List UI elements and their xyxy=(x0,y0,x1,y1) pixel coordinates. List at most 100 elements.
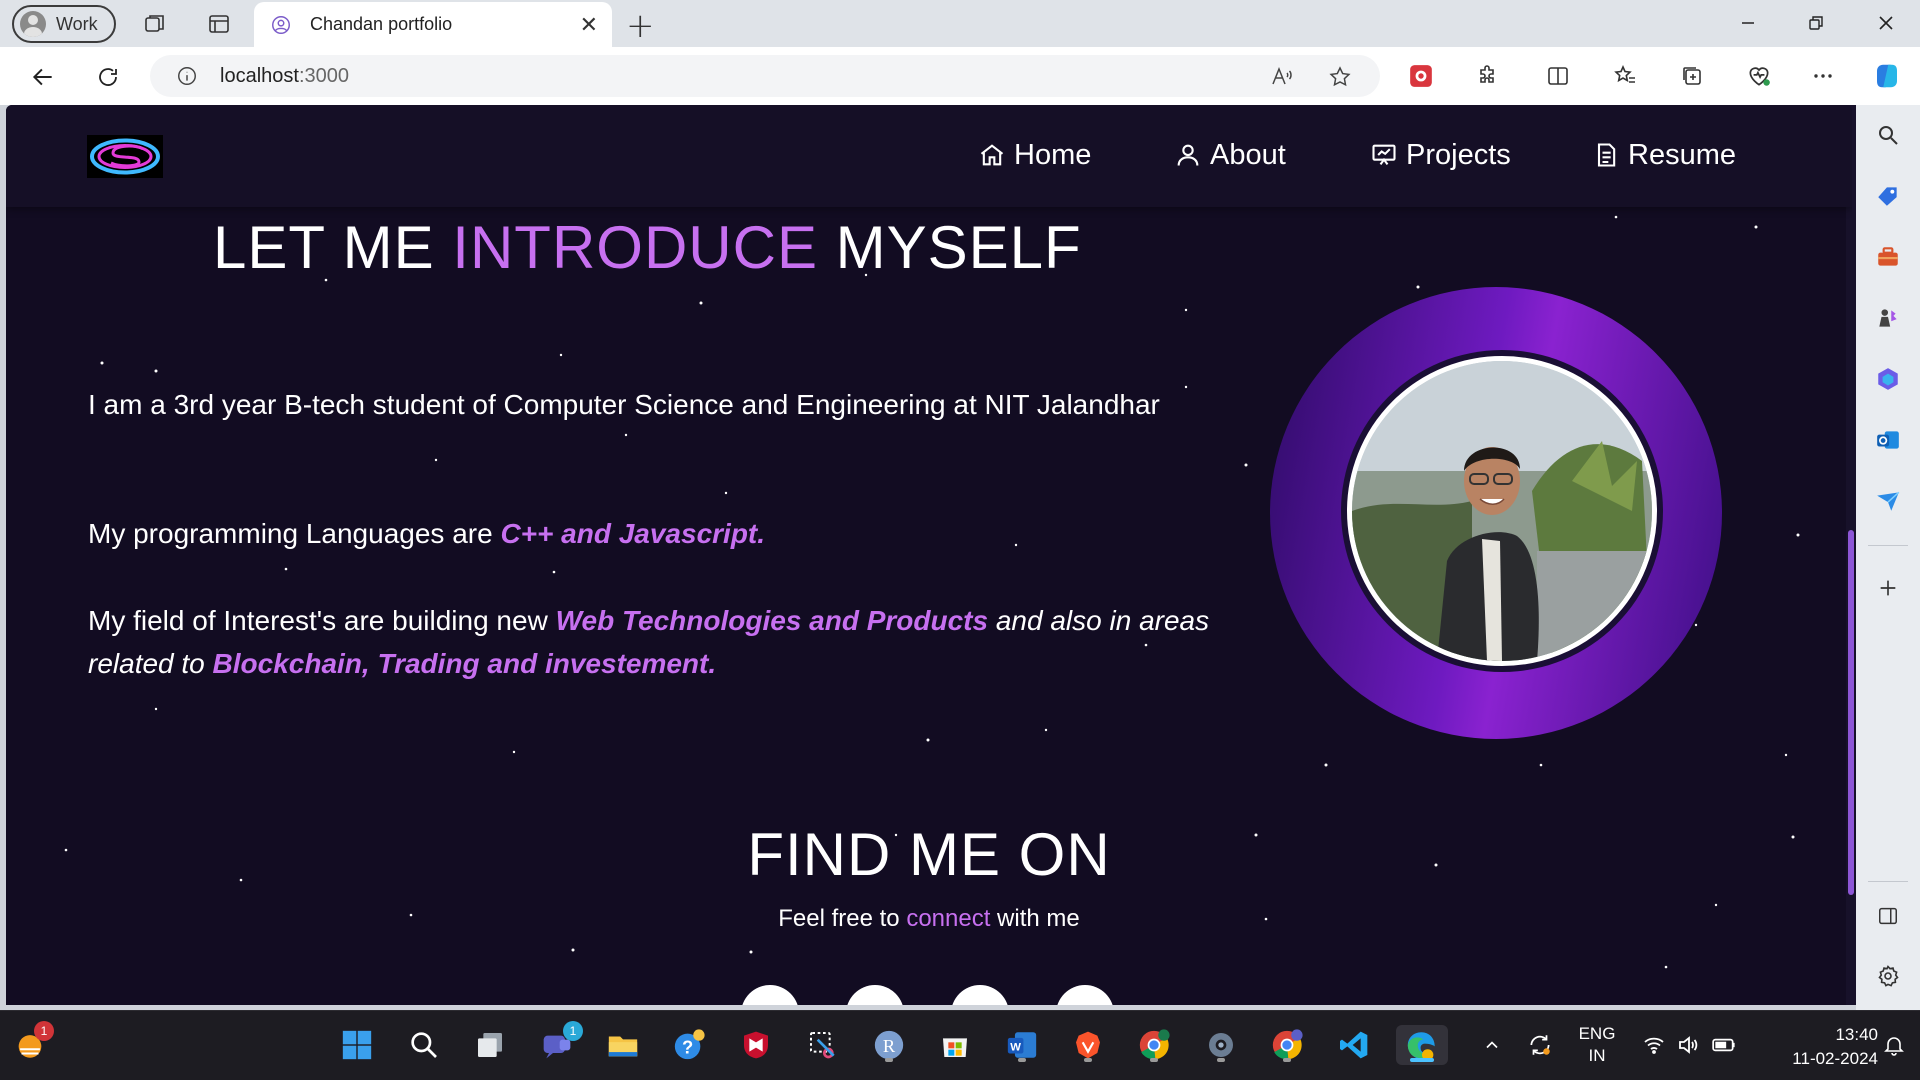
start-button[interactable] xyxy=(337,1025,377,1065)
search-taskbar-icon[interactable] xyxy=(404,1025,444,1065)
nav-home[interactable]: Home xyxy=(978,135,1091,175)
nav-about-label: About xyxy=(1210,138,1286,171)
nav-projects-label: Projects xyxy=(1406,138,1511,171)
intro-paragraph-3: My field of Interest's are building new … xyxy=(88,605,1210,679)
intro-paragraph-2: My programming Languages are C++ and Jav… xyxy=(88,518,766,549)
snipping-tool-icon[interactable] xyxy=(803,1025,843,1065)
svg-text:R: R xyxy=(883,1036,896,1056)
nav-resume[interactable]: Resume xyxy=(1592,135,1736,175)
new-tab-button[interactable]: + xyxy=(626,6,655,46)
teams-badge: 1 xyxy=(563,1021,583,1041)
windows-taskbar: 1 1 ? R W ENG IN 13:40 11-02-2024 xyxy=(0,1010,1920,1080)
running-indicator xyxy=(1084,1058,1092,1062)
vscode-icon[interactable] xyxy=(1334,1025,1374,1065)
outlook-icon[interactable] xyxy=(1872,424,1904,456)
page-scrollbar-thumb[interactable] xyxy=(1848,530,1854,895)
settings-taskbar-icon[interactable] xyxy=(1201,1025,1241,1065)
more-menu-icon[interactable] xyxy=(1806,59,1840,93)
running-indicator xyxy=(885,1058,893,1062)
weather-widget-icon[interactable]: 1 xyxy=(10,1021,54,1065)
volume-icon[interactable] xyxy=(1668,1025,1708,1065)
nav-projects[interactable]: Projects xyxy=(1370,135,1511,175)
browser-essentials-icon[interactable] xyxy=(1742,59,1776,93)
browser-tab-bar: Work Chandan portfolio ✕ + xyxy=(0,0,1920,47)
r-app-icon[interactable]: R xyxy=(869,1025,909,1065)
split-screen-icon[interactable] xyxy=(1541,59,1575,93)
active-tab[interactable]: Chandan portfolio ✕ xyxy=(254,2,612,47)
copilot-icon[interactable] xyxy=(1870,59,1904,93)
tools-briefcase-icon[interactable] xyxy=(1872,241,1904,273)
word-icon[interactable]: W xyxy=(1002,1025,1042,1065)
chrome-icon[interactable] xyxy=(1267,1025,1307,1065)
teams-chat-icon[interactable]: 1 xyxy=(537,1021,583,1065)
collections-icon[interactable] xyxy=(1675,59,1709,93)
send-drop-icon[interactable] xyxy=(1872,485,1904,517)
tab-title: Chandan portfolio xyxy=(310,14,453,34)
avatar xyxy=(1347,356,1657,666)
task-view-icon[interactable] xyxy=(470,1025,510,1065)
mcafee-icon[interactable] xyxy=(736,1025,776,1065)
chrome-profile-icon[interactable] xyxy=(1134,1025,1174,1065)
hide-sidebar-icon[interactable] xyxy=(1872,900,1904,932)
language-indicator[interactable]: ENG IN xyxy=(1576,1023,1618,1067)
profile-avatar-icon xyxy=(20,11,46,37)
find-me-subtitle: Feel free to connect with me xyxy=(778,905,1080,932)
settings-gear-icon[interactable] xyxy=(1872,960,1904,992)
shopping-tag-icon[interactable] xyxy=(1872,180,1904,212)
extension-red-icon[interactable] xyxy=(1404,59,1438,93)
vertical-tabs-icon[interactable] xyxy=(204,9,234,39)
favorite-star-icon[interactable] xyxy=(1324,61,1356,93)
close-window-button[interactable] xyxy=(1866,8,1906,38)
restore-button[interactable] xyxy=(1796,8,1836,38)
address-bar[interactable]: localhost:3000 xyxy=(150,55,1380,97)
document-icon xyxy=(1592,141,1620,169)
search-icon[interactable] xyxy=(1872,119,1904,151)
clock[interactable]: 13:40 11-02-2024 xyxy=(1750,1023,1878,1071)
read-aloud-icon[interactable] xyxy=(1266,61,1298,93)
notifications-bell-icon[interactable] xyxy=(1874,1025,1914,1065)
brave-icon[interactable] xyxy=(1068,1025,1108,1065)
tab-close-icon[interactable]: ✕ xyxy=(580,12,598,38)
refresh-button[interactable] xyxy=(91,60,125,94)
get-help-icon[interactable]: ? xyxy=(669,1025,709,1065)
nav-resume-label: Resume xyxy=(1628,138,1736,171)
add-sidebar-app-icon[interactable] xyxy=(1872,572,1904,604)
profile-label: Work xyxy=(56,13,98,34)
sidebar-divider-bottom xyxy=(1868,881,1908,882)
running-indicator xyxy=(1018,1058,1026,1062)
site-info-icon[interactable] xyxy=(176,65,198,87)
show-hidden-icons-chevron-up-icon[interactable] xyxy=(1472,1025,1512,1065)
intro-paragraph-1: I am a 3rd year B-tech student of Comput… xyxy=(88,389,1160,420)
battery-icon[interactable] xyxy=(1704,1025,1744,1065)
back-button[interactable] xyxy=(26,60,60,94)
file-explorer-icon[interactable] xyxy=(603,1025,643,1065)
favorites-icon[interactable] xyxy=(1608,59,1642,93)
svg-text:?: ? xyxy=(682,1037,693,1058)
intro-heading: LET ME INTRODUCE MYSELF xyxy=(213,214,1082,281)
running-indicator xyxy=(1283,1058,1291,1062)
site-logo[interactable] xyxy=(87,135,163,178)
profile-button[interactable]: Work xyxy=(12,5,116,43)
browser-sidebar xyxy=(1856,105,1920,1010)
m365-icon[interactable] xyxy=(1872,363,1904,395)
nav-about[interactable]: About xyxy=(1174,135,1286,175)
active-indicator xyxy=(1410,1058,1434,1062)
extensions-puzzle-icon[interactable] xyxy=(1470,59,1504,93)
sidebar-divider xyxy=(1868,545,1908,546)
presentation-icon xyxy=(1370,141,1398,169)
sync-icon[interactable] xyxy=(1520,1025,1560,1065)
user-icon xyxy=(1174,141,1202,169)
edge-icon[interactable] xyxy=(1396,1025,1448,1065)
games-icon[interactable] xyxy=(1872,302,1904,334)
browser-toolbar: localhost:3000 xyxy=(0,47,1920,105)
nav-home-label: Home xyxy=(1014,138,1092,171)
svg-text:W: W xyxy=(1010,1042,1021,1054)
notification-badge: 1 xyxy=(34,1021,54,1041)
workspaces-icon[interactable] xyxy=(140,9,170,39)
home-icon xyxy=(978,141,1006,169)
find-me-heading: FIND ME ON xyxy=(747,821,1111,888)
minimize-button[interactable] xyxy=(1728,8,1768,38)
site-navbar: Home About Projects Resume xyxy=(6,105,1852,207)
running-indicator xyxy=(1217,1058,1225,1062)
microsoft-store-icon[interactable] xyxy=(935,1025,975,1065)
